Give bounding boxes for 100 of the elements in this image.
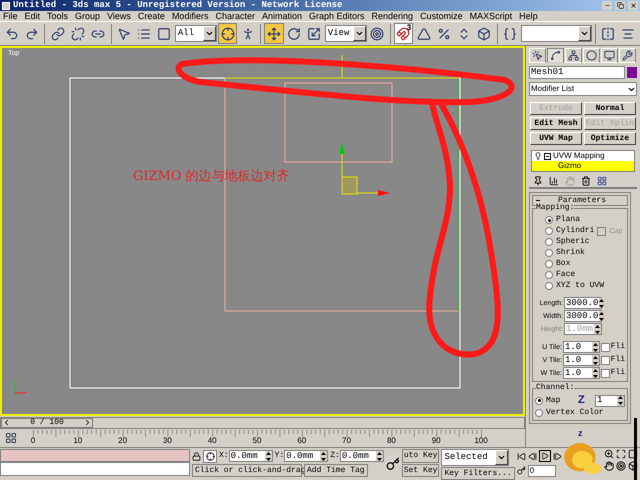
restore-icon (616, 2, 624, 10)
coordinate-field[interactable]: 0.0mm (228, 450, 273, 462)
radio-label: XYZ to UVW (556, 282, 604, 290)
coordinate-field[interactable]: 0.0mm (340, 450, 384, 462)
menu-item[interactable]: File (3, 12, 18, 21)
ruler-label: 40 (208, 437, 217, 445)
radio-button[interactable] (545, 271, 553, 279)
menu-item[interactable]: Group (75, 12, 100, 21)
lightbulb-icon (534, 152, 542, 160)
key-icon[interactable] (386, 457, 400, 471)
stack-sub-item[interactable]: Gizmo (532, 161, 634, 171)
modifier-button[interactable]: Edit Mesh (530, 117, 582, 130)
number-spinner[interactable]: 1.0 (562, 341, 600, 353)
number-spinner[interactable]: 1.0 (562, 354, 600, 366)
mirror-icon (601, 26, 616, 41)
key-mode-icon[interactable] (516, 466, 526, 475)
toolbar-button[interactable] (264, 23, 284, 44)
modifier-button[interactable]: UVW Map (530, 132, 582, 145)
crosshair-icon (206, 452, 214, 460)
add-time-tag-button[interactable]: Add Time Tag (304, 464, 368, 477)
object-name-field[interactable]: Mesh01 (529, 66, 625, 79)
play-button[interactable] (538, 450, 551, 462)
radio-button[interactable] (545, 249, 553, 257)
target-icon[interactable] (616, 461, 626, 471)
snap-count-label: 3 (406, 24, 412, 32)
radio-button[interactable] (535, 408, 543, 416)
curve-editor-icon[interactable] (5, 432, 17, 444)
radio-button[interactable] (545, 260, 553, 268)
go-to-start-icon[interactable] (516, 452, 526, 460)
spinner-arrows-icon (599, 298, 604, 308)
checkbox-label: Fli (610, 343, 625, 351)
menu-item[interactable]: MAXScript (470, 12, 512, 21)
menu-item[interactable]: Graph Editors (309, 12, 365, 21)
menu-item[interactable]: Views (107, 12, 131, 21)
toolbar-button[interactable] (218, 23, 238, 44)
checkbox[interactable] (600, 368, 610, 378)
script-listener-field[interactable] (0, 449, 190, 462)
selection-mode-button[interactable] (203, 450, 217, 462)
maximize-button[interactable] (615, 1, 625, 10)
ruler-label: 70 (342, 437, 352, 445)
modifier-button[interactable]: Normal (584, 102, 636, 115)
previous-frame-icon[interactable] (528, 452, 537, 460)
frame-field[interactable]: 0 (528, 464, 556, 476)
minimize-button[interactable] (602, 1, 612, 10)
toolbar-button[interactable]: 3 (394, 23, 414, 44)
menu-item[interactable]: Character (215, 12, 255, 21)
coordinate-label: X: (219, 450, 229, 462)
radio-label: Map (546, 396, 560, 404)
set-key-button[interactable]: Set Key (402, 464, 440, 477)
lock-icon[interactable] (192, 452, 201, 460)
menu-item[interactable]: Rendering (372, 12, 414, 21)
close-button[interactable] (628, 1, 638, 10)
time-slider-track[interactable]: 0 / 100 (0, 416, 525, 428)
number-spinner[interactable]: 3000.0 (564, 310, 602, 322)
panel-tab[interactable] (547, 48, 564, 63)
pin-icon[interactable] (533, 176, 543, 186)
menu-item[interactable]: Create (138, 12, 165, 21)
spinner-arrows-icon (376, 451, 383, 461)
toolbar-dropdown[interactable]: View (324, 25, 367, 42)
radio-button[interactable] (545, 216, 553, 224)
bars-icon[interactable] (549, 176, 559, 186)
trash-icon[interactable] (581, 176, 591, 186)
expand-toggle[interactable] (544, 152, 551, 160)
toolbar-dropdown[interactable]: All (174, 25, 217, 42)
channel-spinner[interactable]: 1 (595, 394, 625, 406)
hierarchy-icon (568, 50, 579, 61)
object-color-swatch[interactable] (627, 67, 637, 78)
checkbox[interactable] (600, 356, 610, 364)
auto-key-button[interactable]: uto Key (402, 449, 440, 463)
time-slider-thumb[interactable]: 0 / 100 (1, 418, 93, 428)
radio-button[interactable] (545, 227, 553, 235)
modifier-list-dropdown[interactable]: Modifier List (529, 82, 637, 96)
number-spinner[interactable]: 3000.0 (564, 297, 602, 309)
menu-item[interactable]: Customize (420, 12, 463, 21)
stack-item[interactable]: UVW Mapping (532, 151, 634, 161)
key-mode-dropdown[interactable]: Selected (441, 449, 510, 466)
spinner-arrows-icon (594, 324, 601, 334)
scrollbar-thumb[interactable] (634, 418, 637, 480)
radio-button[interactable] (545, 238, 553, 246)
menu-item[interactable]: Modifiers (172, 12, 208, 21)
grid-icon[interactable] (597, 176, 607, 186)
menu-item[interactable]: Help (519, 12, 538, 21)
menu-item[interactable]: Edit (24, 12, 40, 21)
menu-item[interactable]: Tools (47, 12, 68, 21)
radio-button[interactable] (535, 396, 543, 404)
maximize-viewport-icon[interactable] (616, 449, 626, 459)
key-filters-button[interactable]: Key Filters... (441, 467, 515, 480)
next-frame-icon[interactable] (552, 452, 562, 460)
radio-button[interactable] (545, 282, 553, 290)
number-spinner[interactable]: 1.0 (562, 367, 600, 379)
zoom-icon[interactable] (604, 449, 614, 459)
modifier-button[interactable]: Optimize (584, 132, 636, 145)
radio-label: Cylindri (556, 227, 594, 235)
script-input-field[interactable] (0, 462, 190, 476)
menu-item[interactable]: Animation (262, 12, 302, 21)
checkbox[interactable] (600, 342, 610, 352)
coordinate-field[interactable]: 0.0mm (284, 450, 328, 462)
toolbar-dropdown[interactable] (520, 25, 592, 42)
hand-icon[interactable] (604, 461, 614, 471)
pointer-icon (532, 50, 543, 61)
